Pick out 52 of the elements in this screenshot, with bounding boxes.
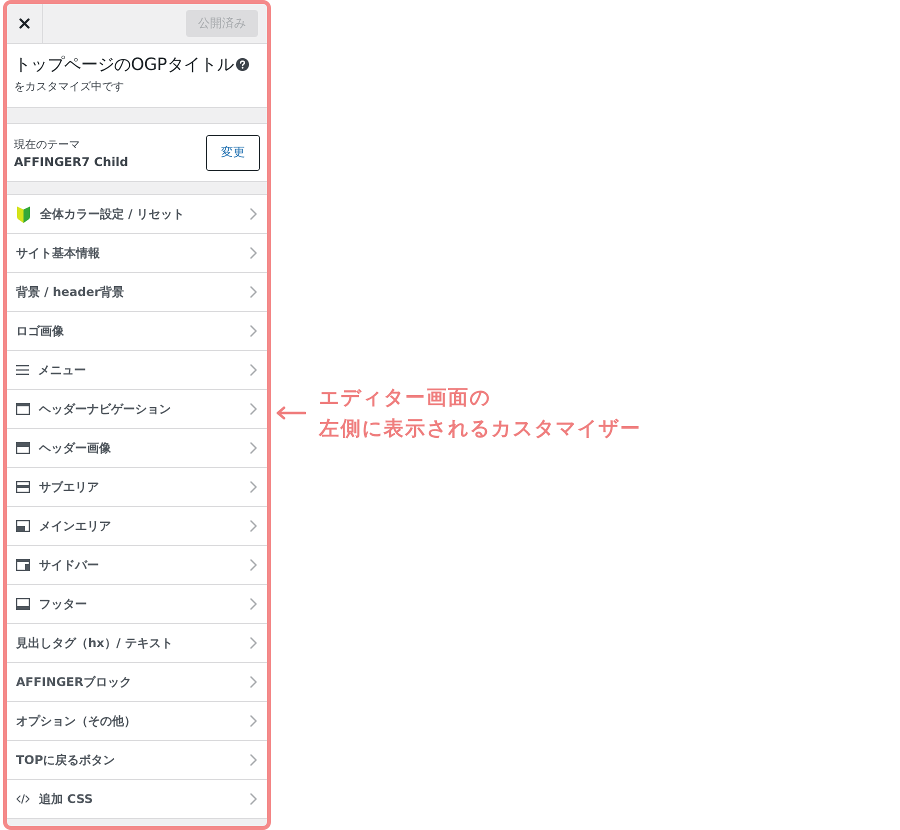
chevron-right-icon bbox=[250, 247, 257, 259]
section-item[interactable]: フッター bbox=[7, 585, 267, 624]
left-arrow bbox=[276, 406, 306, 420]
section-item[interactable]: 追加 CSS bbox=[7, 780, 267, 819]
annotation-text: 左側に表示されるカスタマイザー bbox=[319, 415, 642, 442]
section-item[interactable]: サイト基本情報 bbox=[7, 234, 267, 273]
close-button[interactable] bbox=[7, 4, 43, 43]
theme-name: AFFINGER7 Child bbox=[14, 154, 128, 168]
section-item[interactable]: 見出しタグ（hx）/ テキスト bbox=[7, 624, 267, 663]
window-layout-icon bbox=[16, 442, 30, 454]
chevron-right-icon bbox=[250, 481, 257, 493]
annotation-text: エディター画面の bbox=[319, 384, 491, 411]
chevron-right-icon bbox=[250, 559, 257, 571]
preview-subtitle: をカスタマイズ中です bbox=[14, 79, 125, 94]
window-layout-icon bbox=[16, 403, 30, 415]
chevron-right-icon bbox=[250, 754, 257, 766]
chevron-right-icon bbox=[250, 715, 257, 727]
section-item[interactable]: TOPに戻るボタン bbox=[7, 741, 267, 780]
section-item[interactable]: ヘッダーナビゲーション bbox=[7, 390, 267, 429]
chevron-right-icon bbox=[250, 637, 257, 649]
window-layout-icon bbox=[16, 598, 30, 610]
menu-icon bbox=[16, 365, 29, 375]
section-item[interactable]: AFFINGERブロック bbox=[7, 663, 267, 702]
chevron-right-icon bbox=[250, 208, 257, 220]
section-item[interactable]: ヘッダー画像 bbox=[7, 429, 267, 468]
section-item[interactable]: 全体カラー設定 / リセット bbox=[7, 195, 267, 234]
help-icon[interactable] bbox=[236, 58, 249, 71]
change-theme-button[interactable]: 変更 bbox=[206, 134, 260, 170]
window-layout-icon bbox=[16, 481, 30, 493]
code-icon bbox=[16, 794, 30, 804]
section-item[interactable]: ロゴ画像 bbox=[7, 312, 267, 351]
section-item[interactable]: オプション（その他） bbox=[7, 702, 267, 741]
chevron-right-icon bbox=[250, 598, 257, 610]
section-item[interactable]: メインエリア bbox=[7, 507, 267, 546]
section-item[interactable]: サイドバー bbox=[7, 546, 267, 585]
theme-caption: 現在のテーマ bbox=[14, 136, 81, 152]
section-item[interactable]: メニュー bbox=[7, 351, 267, 390]
chevron-right-icon bbox=[250, 286, 257, 298]
window-layout-icon bbox=[16, 520, 30, 532]
chevron-right-icon bbox=[250, 325, 257, 337]
close-icon bbox=[19, 18, 30, 29]
section-item[interactable]: サブエリア bbox=[7, 468, 267, 507]
preview-title: トップページのOGPタイトル bbox=[14, 54, 234, 76]
chevron-right-icon bbox=[250, 364, 257, 376]
chevron-right-icon bbox=[250, 520, 257, 532]
chevron-right-icon bbox=[250, 403, 257, 415]
leaf-icon bbox=[16, 204, 31, 224]
chevron-right-icon bbox=[250, 676, 257, 688]
chevron-right-icon bbox=[250, 793, 257, 805]
chevron-right-icon bbox=[250, 442, 257, 454]
section-item[interactable]: 背景 / header背景 bbox=[7, 273, 267, 312]
window-layout-icon bbox=[16, 559, 30, 571]
